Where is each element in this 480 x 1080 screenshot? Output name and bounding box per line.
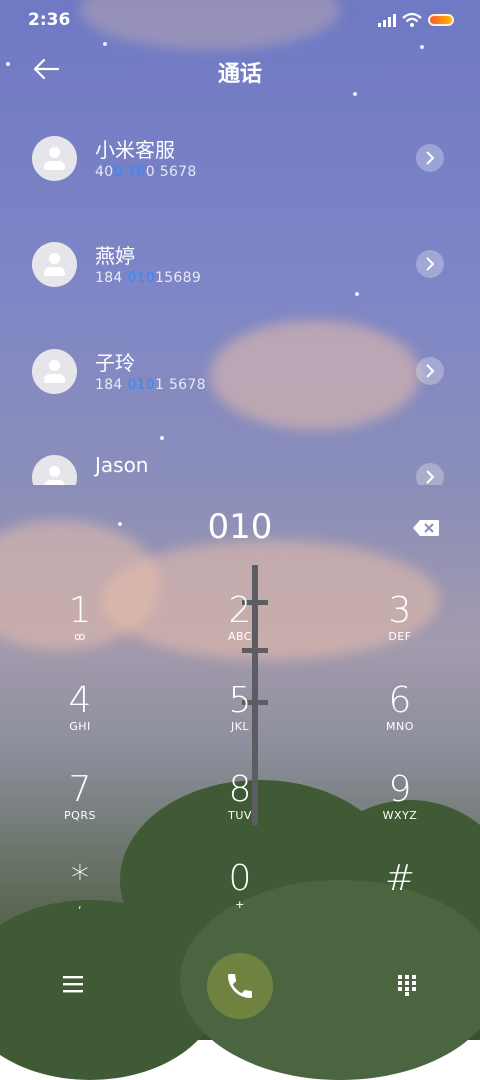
backspace-icon[interactable] [412, 519, 440, 537]
key-star[interactable]: *, [20, 858, 140, 938]
contact-number: 400 100 5678 [95, 164, 197, 180]
contact-row[interactable]: 燕婷 184 01015689 [0, 216, 480, 322]
contact-name: Jason [95, 453, 149, 477]
contact-list[interactable]: 小米客服 400 100 5678 燕婷 184 01015689 子玲 184… [0, 110, 480, 485]
contact-row[interactable]: 小米客服 400 100 5678 [0, 110, 480, 216]
key-2[interactable]: 2 ABC [180, 590, 300, 670]
key-5[interactable]: 5 JKL [180, 680, 300, 760]
contact-name: 子玲 [95, 351, 135, 375]
key-3[interactable]: 3 DEF [340, 590, 460, 670]
key-hash[interactable]: # [340, 858, 460, 938]
chevron-right-icon[interactable] [416, 144, 444, 172]
key-7[interactable]: 7 PQRS [20, 769, 140, 849]
avatar [32, 455, 77, 485]
contact-name: 燕婷 [95, 244, 135, 268]
dialed-number: 010 [207, 507, 273, 547]
voicemail-icon: ꝏ [74, 630, 86, 643]
key-4[interactable]: 4 GHI [20, 680, 140, 760]
avatar [32, 136, 77, 181]
contact-number: 184 01015689 [95, 270, 202, 286]
contact-row[interactable]: 子玲 184 0101 5678 [0, 323, 480, 429]
phone-icon [228, 974, 252, 998]
avatar [32, 349, 77, 394]
bottom-bar [0, 950, 480, 1020]
contact-name: 小米客服 [95, 138, 175, 162]
contact-number: 184 0101 5678 [95, 377, 206, 393]
dial-display: 010 [0, 505, 480, 555]
chevron-right-icon[interactable] [416, 357, 444, 385]
contact-row[interactable]: Jason [0, 429, 480, 485]
status-time: 2:36 [28, 10, 71, 30]
page-title: 通话 [217, 62, 262, 87]
call-button[interactable] [207, 953, 273, 1019]
key-0[interactable]: 0 + [180, 858, 300, 938]
wifi-icon [402, 12, 422, 27]
header: 通话 [0, 50, 480, 90]
chevron-right-icon[interactable] [416, 250, 444, 278]
keypad-icon[interactable] [397, 974, 417, 996]
key-9[interactable]: 9 WXYZ [340, 769, 460, 849]
battery-icon [428, 14, 454, 26]
key-6[interactable]: 6 MNO [340, 680, 460, 760]
key-8[interactable]: 8 TUV [180, 769, 300, 849]
avatar [32, 242, 77, 287]
key-1[interactable]: 1ꝏ [20, 590, 140, 670]
signal-icon [378, 14, 396, 27]
status-bar: 2:36 [0, 0, 480, 40]
chevron-right-icon[interactable] [416, 463, 444, 485]
menu-icon[interactable] [63, 975, 83, 993]
